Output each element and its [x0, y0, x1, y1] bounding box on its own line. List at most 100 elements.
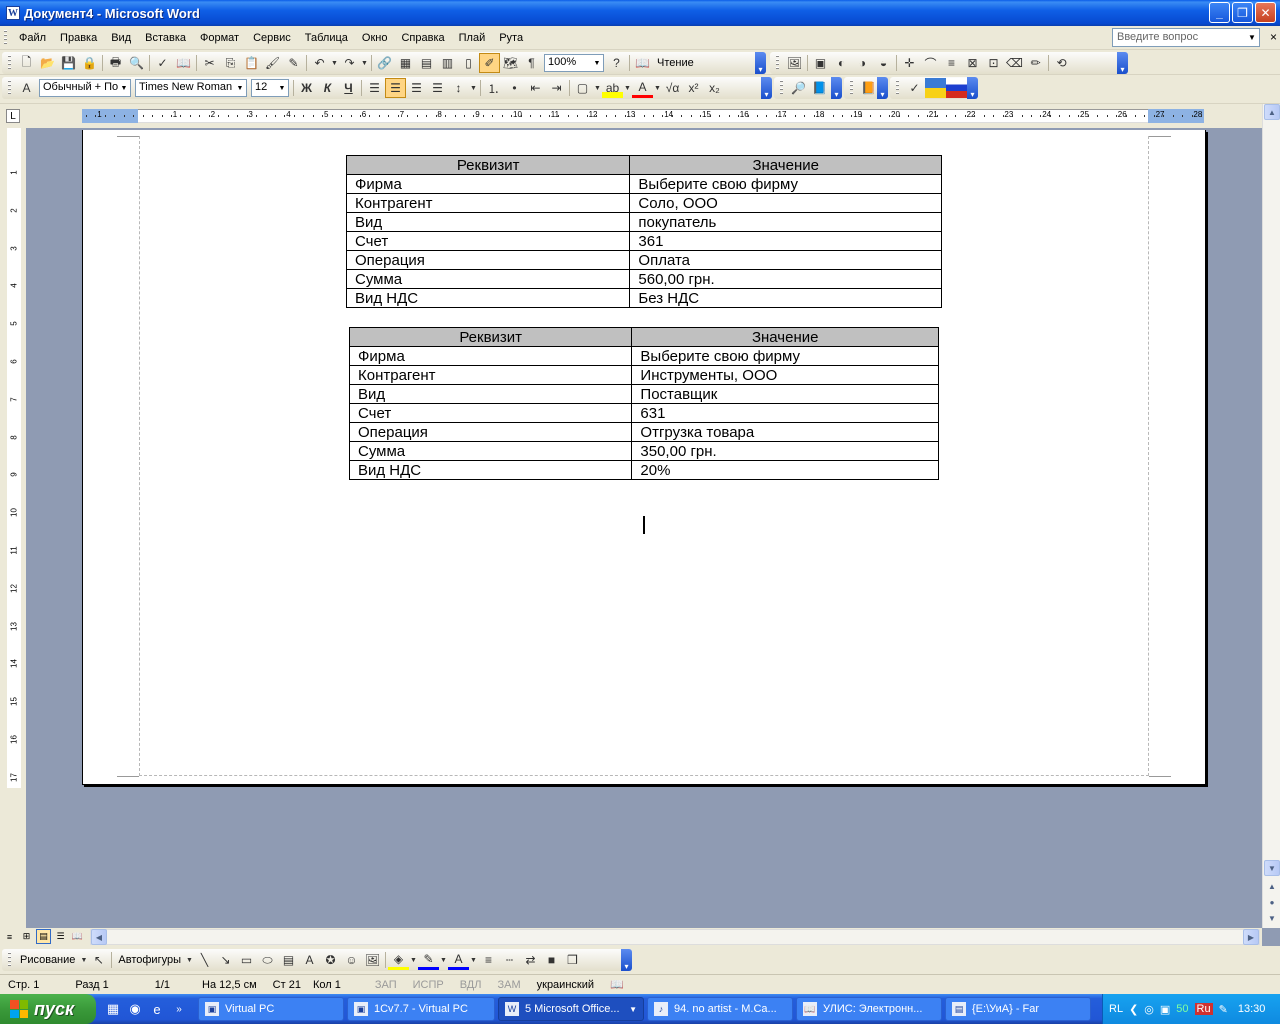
field-shading-icon[interactable]: ◒	[873, 53, 894, 73]
shadow-icon[interactable]: ■	[541, 950, 562, 970]
table-cell[interactable]: 20%	[631, 460, 939, 480]
3d-icon[interactable]: ❒	[562, 950, 583, 970]
tables-borders-icon[interactable]: ▦	[395, 53, 416, 73]
increase-indent-icon[interactable]: ⇥	[546, 78, 567, 98]
menu-help[interactable]: Справка	[394, 29, 451, 47]
toolbar-grip[interactable]	[850, 80, 853, 96]
wordart-icon[interactable]: A	[299, 950, 320, 970]
help-icon[interactable]: ?	[606, 53, 627, 73]
status-overtype[interactable]: ЗАМ	[489, 979, 528, 991]
normal-view-icon[interactable]: ≡	[2, 929, 17, 944]
scroll-down-icon[interactable]: ▼	[1264, 860, 1280, 876]
tray-input-lang[interactable]: Ru	[1194, 1003, 1213, 1015]
reading-view-icon[interactable]: 📖	[70, 929, 85, 944]
table-cell[interactable]: 631	[631, 403, 939, 423]
table-cell[interactable]: Вид	[345, 212, 631, 232]
toolbar-options-icon[interactable]: ▾	[967, 77, 978, 99]
browse-object-icon[interactable]: ●	[1264, 894, 1280, 910]
chevron-down-icon[interactable]: ▼	[276, 80, 288, 96]
font-color-dropdown-icon[interactable]: ▼	[653, 78, 662, 98]
paste-icon[interactable]: 📋	[241, 53, 262, 73]
toolbar-options-icon[interactable]: ▾	[877, 77, 888, 99]
chevron-down-icon[interactable]: ▼	[591, 55, 603, 71]
decrease-indent-icon[interactable]: ⇤	[525, 78, 546, 98]
thesaurus-icon[interactable]: 📘	[809, 78, 830, 98]
equation-icon[interactable]: √α	[662, 78, 683, 98]
spellcheck-ua-icon[interactable]: ✓	[904, 78, 925, 98]
chevron-down-icon[interactable]: ▼	[185, 950, 194, 970]
autoshapes-button[interactable]: Автофигуры	[114, 954, 185, 966]
toolbar-grip[interactable]	[8, 952, 11, 968]
table-cell[interactable]: Операция	[345, 250, 631, 270]
vertical-scrollbar[interactable]: ▲ ▼ ▲ ● ▼	[1262, 104, 1280, 928]
research-icon[interactable]: 📖	[173, 53, 194, 73]
table-cell[interactable]: Поставщик	[631, 384, 939, 404]
web-view-icon[interactable]: ⊞	[19, 929, 34, 944]
requisites-table-1[interactable]: Реквизит Значение Фирма Выберите свою фир…	[345, 155, 942, 308]
table-cell[interactable]: Операция	[348, 422, 633, 442]
styles-icon[interactable]: A	[16, 78, 37, 98]
arrow-icon[interactable]: ↘	[215, 950, 236, 970]
table-cell[interactable]: Счет	[345, 231, 631, 251]
line-style-icon[interactable]: ≡	[941, 53, 962, 73]
font-size-select[interactable]: 12 ▼	[251, 79, 289, 97]
align-left-icon[interactable]: ☰	[364, 78, 385, 98]
vertical-ruler[interactable]: 1 2 3 4 5 6 7 8 9 10 11 12 13 14 15 16 17	[0, 128, 26, 928]
minimize-button[interactable]: _	[1209, 2, 1230, 23]
fill-color-icon[interactable]: ◈	[388, 950, 409, 970]
task-ulis[interactable]: 📖 УЛИС: Электронн...	[796, 997, 942, 1021]
tab-selector[interactable]: L	[6, 109, 20, 123]
spelling-status-icon[interactable]: 📖	[602, 978, 632, 991]
highlight-dropdown-icon[interactable]: ▼	[623, 78, 632, 98]
show-desktop-icon[interactable]: ▦	[104, 1000, 122, 1018]
align-center-icon[interactable]: ☰	[385, 78, 406, 98]
bullets-icon[interactable]: •	[504, 78, 525, 98]
start-button[interactable]: пуск	[0, 994, 96, 1024]
table-cell[interactable]: Инструменты, ООО	[631, 365, 939, 385]
permission-icon[interactable]: 🔒	[79, 53, 100, 73]
superscript-icon[interactable]: x²	[683, 78, 704, 98]
toolbar-grip[interactable]	[8, 55, 11, 71]
drawing-icon[interactable]: ✐	[479, 53, 500, 73]
insert-excel-icon[interactable]: ▥	[437, 53, 458, 73]
scroll-left-icon[interactable]: ◀	[91, 929, 107, 945]
redo-dropdown-icon[interactable]: ▼	[360, 53, 369, 73]
underline-icon[interactable]: Ч	[338, 78, 359, 98]
table-cell[interactable]: Оплата	[629, 250, 942, 270]
toolbar-grip[interactable]	[776, 55, 779, 71]
diagram-icon[interactable]: ✪	[320, 950, 341, 970]
copy-icon[interactable]: ⎘	[220, 53, 241, 73]
line-color-icon[interactable]: ✎	[418, 950, 439, 970]
status-language[interactable]: украинский	[529, 979, 602, 991]
next-page-icon[interactable]: ▼	[1264, 910, 1280, 926]
numbering-icon[interactable]: ⒈	[483, 78, 504, 98]
font-select[interactable]: Times New Roman ▼	[135, 79, 247, 97]
table-cell[interactable]: Выберите свою фирму	[629, 174, 942, 194]
table-cell[interactable]: 361	[629, 231, 942, 251]
close-document-button[interactable]: ×	[1270, 30, 1277, 44]
table-cell[interactable]: 560,00 грн.	[629, 269, 942, 289]
clipart-icon[interactable]: ☺	[341, 950, 362, 970]
toolbar-options-icon[interactable]: ▾	[755, 52, 766, 74]
horizontal-scrollbar[interactable]: ◀ ▶	[90, 929, 1260, 945]
line-style-icon[interactable]: ≡	[478, 950, 499, 970]
menu-table[interactable]: Таблица	[298, 29, 355, 47]
subscript-icon[interactable]: x₂	[704, 78, 725, 98]
toolbar-options-icon[interactable]: ▾	[1117, 52, 1128, 74]
tray-num[interactable]: 50	[1176, 1003, 1188, 1015]
horizontal-ruler[interactable]: L 1 1 2 3 4 5 6 7 8 9 10 11 12 13 14 15 16 17 18 19 20 21 22 23…	[0, 104, 1262, 128]
status-record[interactable]: ЗАП	[349, 979, 405, 991]
previous-page-icon[interactable]: ▲	[1264, 878, 1280, 894]
rectangle-icon[interactable]: ▭	[236, 950, 257, 970]
table-cell[interactable]: покупатель	[629, 212, 942, 232]
table-cell[interactable]: Соло, ООО	[629, 193, 942, 213]
toolbar-options-icon[interactable]: ▾	[621, 949, 632, 971]
requisites-table-2[interactable]: Реквизит Значение Фирма Выберите свою фир…	[348, 327, 939, 480]
save-icon[interactable]: 💾	[58, 53, 79, 73]
chevron-down-icon[interactable]: ▼	[409, 950, 418, 970]
ask-question-input[interactable]: Введите вопрос ▼	[1112, 28, 1260, 47]
line-spacing-icon[interactable]: ↕	[448, 78, 469, 98]
textbox-icon[interactable]: ▤	[278, 950, 299, 970]
table-header-cell[interactable]: Реквизит	[345, 155, 631, 175]
chevron-down-icon[interactable]: ▼	[118, 80, 130, 96]
